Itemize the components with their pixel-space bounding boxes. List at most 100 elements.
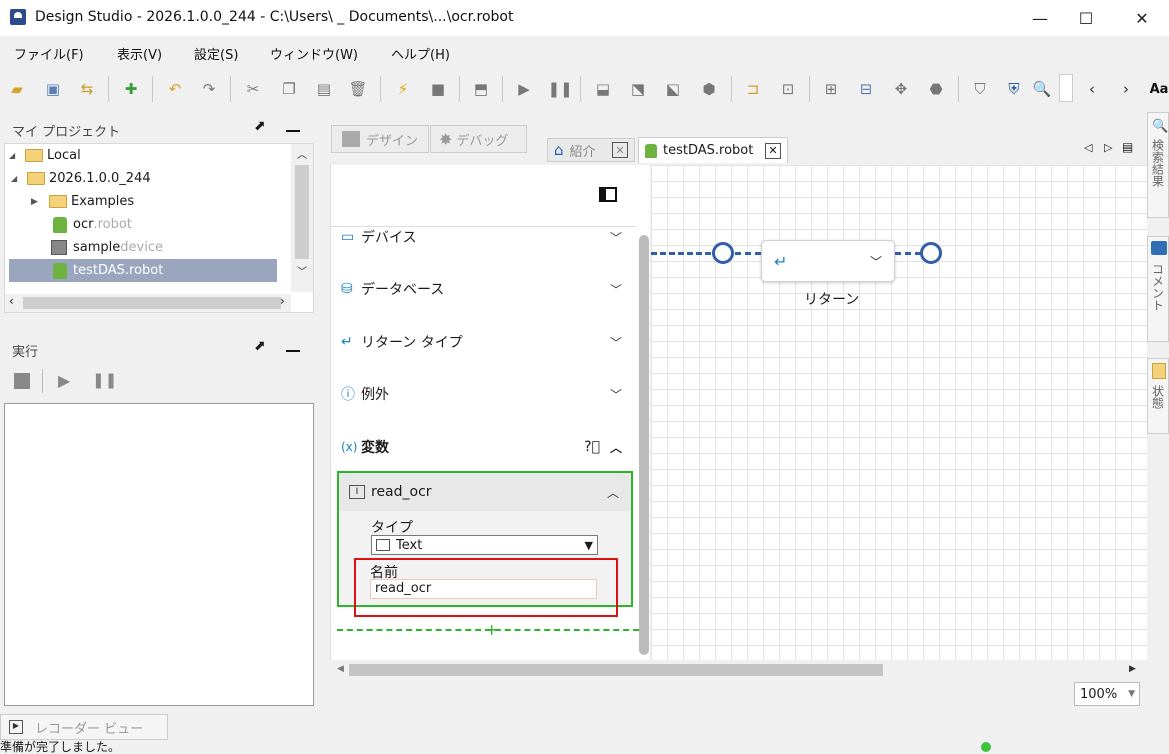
tree-horizontal-scrollbar[interactable]: ‹ › xyxy=(5,294,291,312)
step-over-icon[interactable]: ⬔ xyxy=(627,78,649,100)
stop-icon[interactable] xyxy=(14,373,30,389)
expanded-arrow-icon[interactable]: ◢ xyxy=(11,174,27,183)
open-folder-icon[interactable]: ▰ xyxy=(6,78,28,100)
align-icon[interactable]: ✥ xyxy=(890,78,912,100)
redo-icon[interactable]: ↷ xyxy=(198,78,220,100)
section-devices[interactable]: ▭ デバイス ﹀ xyxy=(331,211,636,263)
type-select[interactable]: Text ▼ xyxy=(371,535,598,555)
menu-help[interactable]: ヘルプ(H) xyxy=(391,44,450,63)
robot-icon xyxy=(53,262,67,279)
maximize-panel-icon[interactable]: ⬈ xyxy=(254,338,266,354)
tab-left-icon[interactable]: ◁ xyxy=(1084,141,1092,154)
debug-mode-tab[interactable]: ✸ デバッグ xyxy=(430,125,527,153)
undo-icon[interactable]: ↶ xyxy=(164,78,186,100)
font-size-button[interactable]: Aa xyxy=(1148,78,1169,100)
tree-item-project[interactable]: ◢ 2026.1.0.0_244 xyxy=(5,167,291,190)
palette-scrollbar[interactable] xyxy=(639,235,649,655)
exec-panel-title: 実行 xyxy=(12,345,39,360)
play-icon[interactable]: ▶ xyxy=(513,78,535,100)
back-icon[interactable]: ‹ xyxy=(1081,78,1103,100)
return-step[interactable]: ↵ ﹀ xyxy=(761,240,895,282)
run-all-icon[interactable]: ⬢ xyxy=(698,78,720,100)
tab-intro[interactable]: ⌂ 紹介 ✕ xyxy=(547,138,635,162)
section-return-type[interactable]: ↵ リターン タイプ ﹀ xyxy=(331,316,636,368)
close-tab-icon[interactable]: ✕ xyxy=(612,142,628,158)
maximize-panel-icon[interactable]: ⬈ xyxy=(254,118,266,134)
zoom-select[interactable]: 100% ▼ xyxy=(1074,682,1140,706)
security-icon[interactable]: ⛨ xyxy=(1003,78,1025,100)
expand-icon[interactable]: ⊞ xyxy=(820,78,842,100)
delete-icon[interactable]: 🗑 xyxy=(347,78,369,100)
tree-item-ocr-robot[interactable]: ocr .robot xyxy=(5,213,291,236)
capture-icon[interactable]: ⊡ xyxy=(777,78,799,100)
chevron-up-icon: ︿ xyxy=(606,485,619,500)
help-icon[interactable]: ?⃝ xyxy=(584,439,600,455)
chevron-down-icon[interactable]: ﹀ xyxy=(870,253,882,270)
maximize-button[interactable]: ☐ xyxy=(1063,0,1109,36)
minimize-button[interactable]: — xyxy=(1017,0,1063,36)
comments-tab[interactable]: コメント xyxy=(1147,236,1169,342)
design-mode-tab[interactable]: デザイン xyxy=(331,125,429,153)
menu-file[interactable]: ファイル(F) xyxy=(14,44,84,63)
play-icon[interactable]: ▶ xyxy=(58,371,70,390)
tab-right-icon[interactable]: ▷ xyxy=(1104,141,1112,154)
search-icon: 🔍 xyxy=(1152,119,1169,134)
section-label: 変数 xyxy=(361,440,389,456)
toggle-panel-icon[interactable] xyxy=(599,187,617,202)
menu-window[interactable]: ウィンドウ(W) xyxy=(270,44,358,63)
minimize-panel-icon[interactable] xyxy=(286,130,300,132)
stop-icon[interactable]: ■ xyxy=(427,78,449,100)
section-variables[interactable]: (x) 変数 ?⃝ ︿ xyxy=(331,421,636,473)
pause-icon[interactable]: ❚❚ xyxy=(92,371,117,389)
step-into-icon[interactable]: ⬒ xyxy=(470,78,492,100)
layout-icon[interactable]: ⬣ xyxy=(925,78,947,100)
toolbar-search-input[interactable] xyxy=(1059,74,1073,102)
new-robot-icon[interactable]: ✚ xyxy=(120,78,142,100)
minimize-panel-icon[interactable] xyxy=(286,350,300,352)
search-results-tab[interactable]: 🔍 検索結果 xyxy=(1147,112,1169,218)
tab-label: testDAS.robot xyxy=(663,143,754,158)
save-all-icon[interactable]: ▣ xyxy=(42,78,64,100)
name-input[interactable]: read_ocr xyxy=(370,579,597,599)
menu-settings[interactable]: 設定(S) xyxy=(194,44,238,63)
add-icon[interactable]: + xyxy=(485,620,498,639)
recorder-view-tab[interactable]: ▶ レコーダー ビュー xyxy=(0,714,168,740)
collapse-icon[interactable]: ⊟ xyxy=(855,78,877,100)
menu-view[interactable]: 表示(V) xyxy=(117,44,162,63)
copy-icon[interactable]: ❐ xyxy=(278,78,300,100)
tree-vertical-scrollbar[interactable]: ︿ ﹀ xyxy=(291,144,313,292)
cut-icon[interactable]: ✂ xyxy=(242,78,264,100)
input-node[interactable] xyxy=(712,242,734,264)
section-database[interactable]: ⛁ データベース ﹀ xyxy=(331,263,636,315)
variable-header[interactable]: I read_ocr ︿ xyxy=(339,473,631,511)
tree-item-local[interactable]: ◢ Local xyxy=(5,144,291,167)
step-out-icon[interactable]: ⬕ xyxy=(662,78,684,100)
tree-item-sample-device[interactable]: sample device xyxy=(5,236,291,259)
close-tab-icon[interactable]: ✕ xyxy=(765,142,781,159)
tab-list-icon[interactable]: ▤ xyxy=(1122,140,1133,154)
tree-item-examples[interactable]: ▶ Examples xyxy=(5,190,291,213)
workflow-canvas[interactable]: ↵ ﹀ リターン xyxy=(651,165,1147,660)
forward-icon[interactable]: › xyxy=(1115,78,1137,100)
project-tree: ◢ Local ◢ 2026.1.0.0_244 ▶ Examples ocr.… xyxy=(4,143,314,313)
expanded-arrow-icon[interactable]: ◢ xyxy=(9,151,25,160)
tag-icon[interactable]: ⊐ xyxy=(742,78,764,100)
shield-icon[interactable]: ⛉ xyxy=(969,78,991,100)
tree-item-testdas-robot[interactable]: testDAS.robot xyxy=(9,259,277,282)
run-to-icon[interactable]: ⚡ xyxy=(392,78,414,100)
monitor-icon: ▭ xyxy=(341,229,355,245)
step-back-icon[interactable]: ⬓ xyxy=(592,78,614,100)
collapsed-arrow-icon[interactable]: ▶ xyxy=(31,197,49,207)
section-exception[interactable]: ⓘ 例外 ﹀ xyxy=(331,368,636,420)
pause-icon[interactable]: ❚❚ xyxy=(547,78,572,100)
sync-icon[interactable]: ⇆ xyxy=(76,78,98,100)
canvas-horizontal-scrollbar[interactable]: ◀ ▶ xyxy=(331,660,1141,680)
output-node[interactable] xyxy=(920,242,942,264)
close-button[interactable]: ✕ xyxy=(1119,0,1165,36)
recorder-icon: ▶ xyxy=(9,720,23,734)
search-icon[interactable]: 🔍 xyxy=(1031,78,1053,100)
toolbar-separator xyxy=(809,76,810,102)
tab-testdas-robot[interactable]: testDAS.robot ✕ xyxy=(638,137,788,163)
state-tab[interactable]: 状態 xyxy=(1147,358,1169,434)
paste-icon[interactable]: ▤ xyxy=(313,78,335,100)
